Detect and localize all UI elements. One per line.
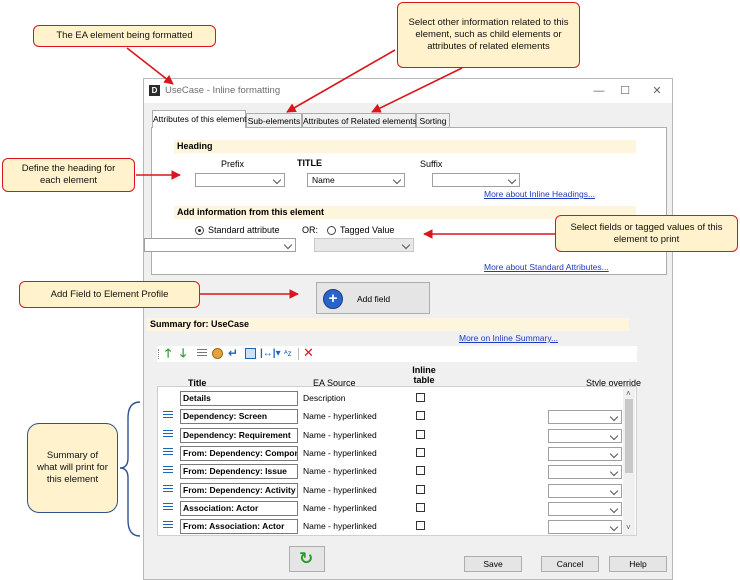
- tab-attributes-of-this-element[interactable]: Attributes of this element: [152, 110, 247, 128]
- summary-bracket: [119, 401, 141, 537]
- callout-add-field: Add Field to Element Profile: [19, 281, 200, 308]
- callout-select-fields: Select fields or tagged values of this e…: [555, 215, 738, 252]
- callout-define-heading: Define the heading for each element: [2, 158, 135, 192]
- arrow-to-window-title: [126, 47, 174, 85]
- arrow-to-related-tab: [371, 67, 463, 113]
- callout-summary: Summary of what will print for this elem…: [27, 423, 118, 513]
- callout-ea-element: The EA element being formatted: [33, 25, 216, 47]
- arrow-to-sub-elements-tab: [286, 49, 396, 113]
- callout-select-other: Select other information related to this…: [397, 2, 580, 68]
